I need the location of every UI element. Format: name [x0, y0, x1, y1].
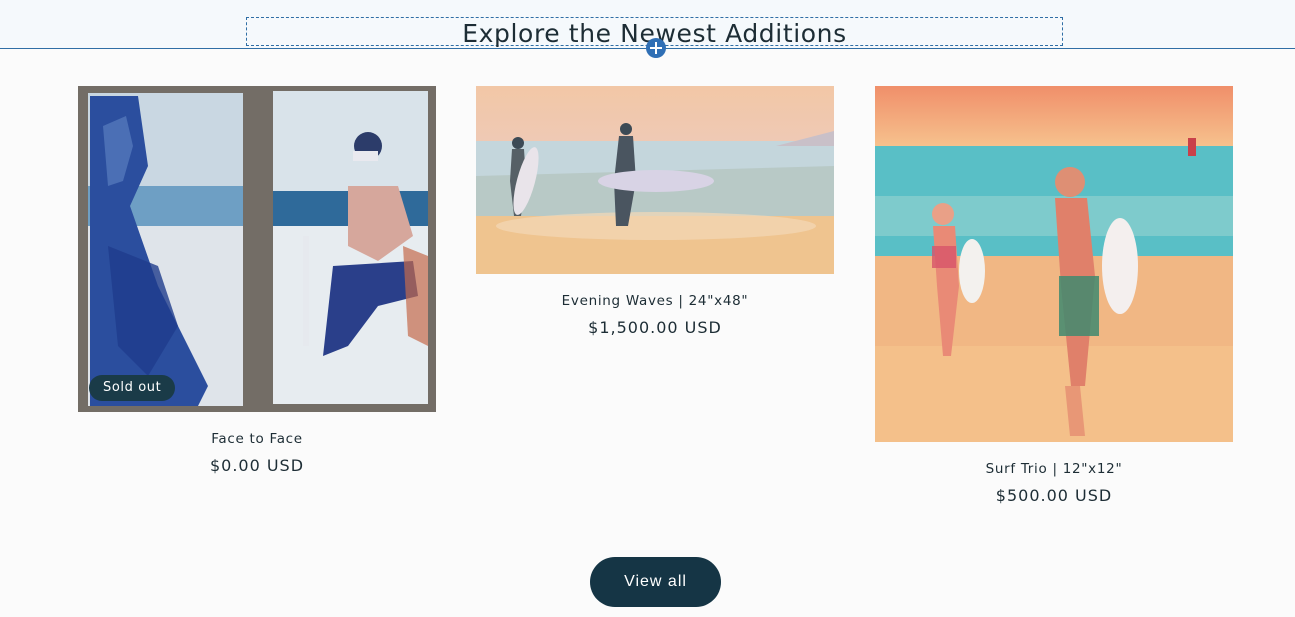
- product-title[interactable]: Surf Trio | 12"x12": [875, 461, 1233, 477]
- product-card-evening-waves[interactable]: Evening Waves | 24"x48" $1,500.00 USD: [476, 86, 834, 337]
- product-image-surf-trio[interactable]: [875, 86, 1233, 442]
- product-image-evening-waves[interactable]: [476, 86, 834, 274]
- product-title[interactable]: Evening Waves | 24"x48": [476, 293, 834, 309]
- product-price: $500.00 USD: [995, 486, 1113, 505]
- view-all-button[interactable]: View all: [590, 557, 721, 607]
- sold-out-badge: Sold out: [89, 375, 176, 401]
- product-card-surf-trio[interactable]: Surf Trio | 12"x12" $500.00 USD: [875, 86, 1233, 505]
- painting-face-to-face: [78, 86, 436, 412]
- product-title[interactable]: Face to Face: [78, 431, 436, 447]
- product-image-face-to-face[interactable]: Sold out: [78, 86, 436, 412]
- add-section-plus-icon[interactable]: [646, 38, 666, 58]
- product-card-face-to-face[interactable]: Sold out Face to Face $0.00 USD: [78, 86, 436, 475]
- product-price: $0.00 USD: [209, 456, 305, 475]
- painting-evening-waves: [476, 86, 834, 274]
- painting-surf-trio: [875, 86, 1233, 442]
- product-price: $1,500.00 USD: [588, 318, 722, 337]
